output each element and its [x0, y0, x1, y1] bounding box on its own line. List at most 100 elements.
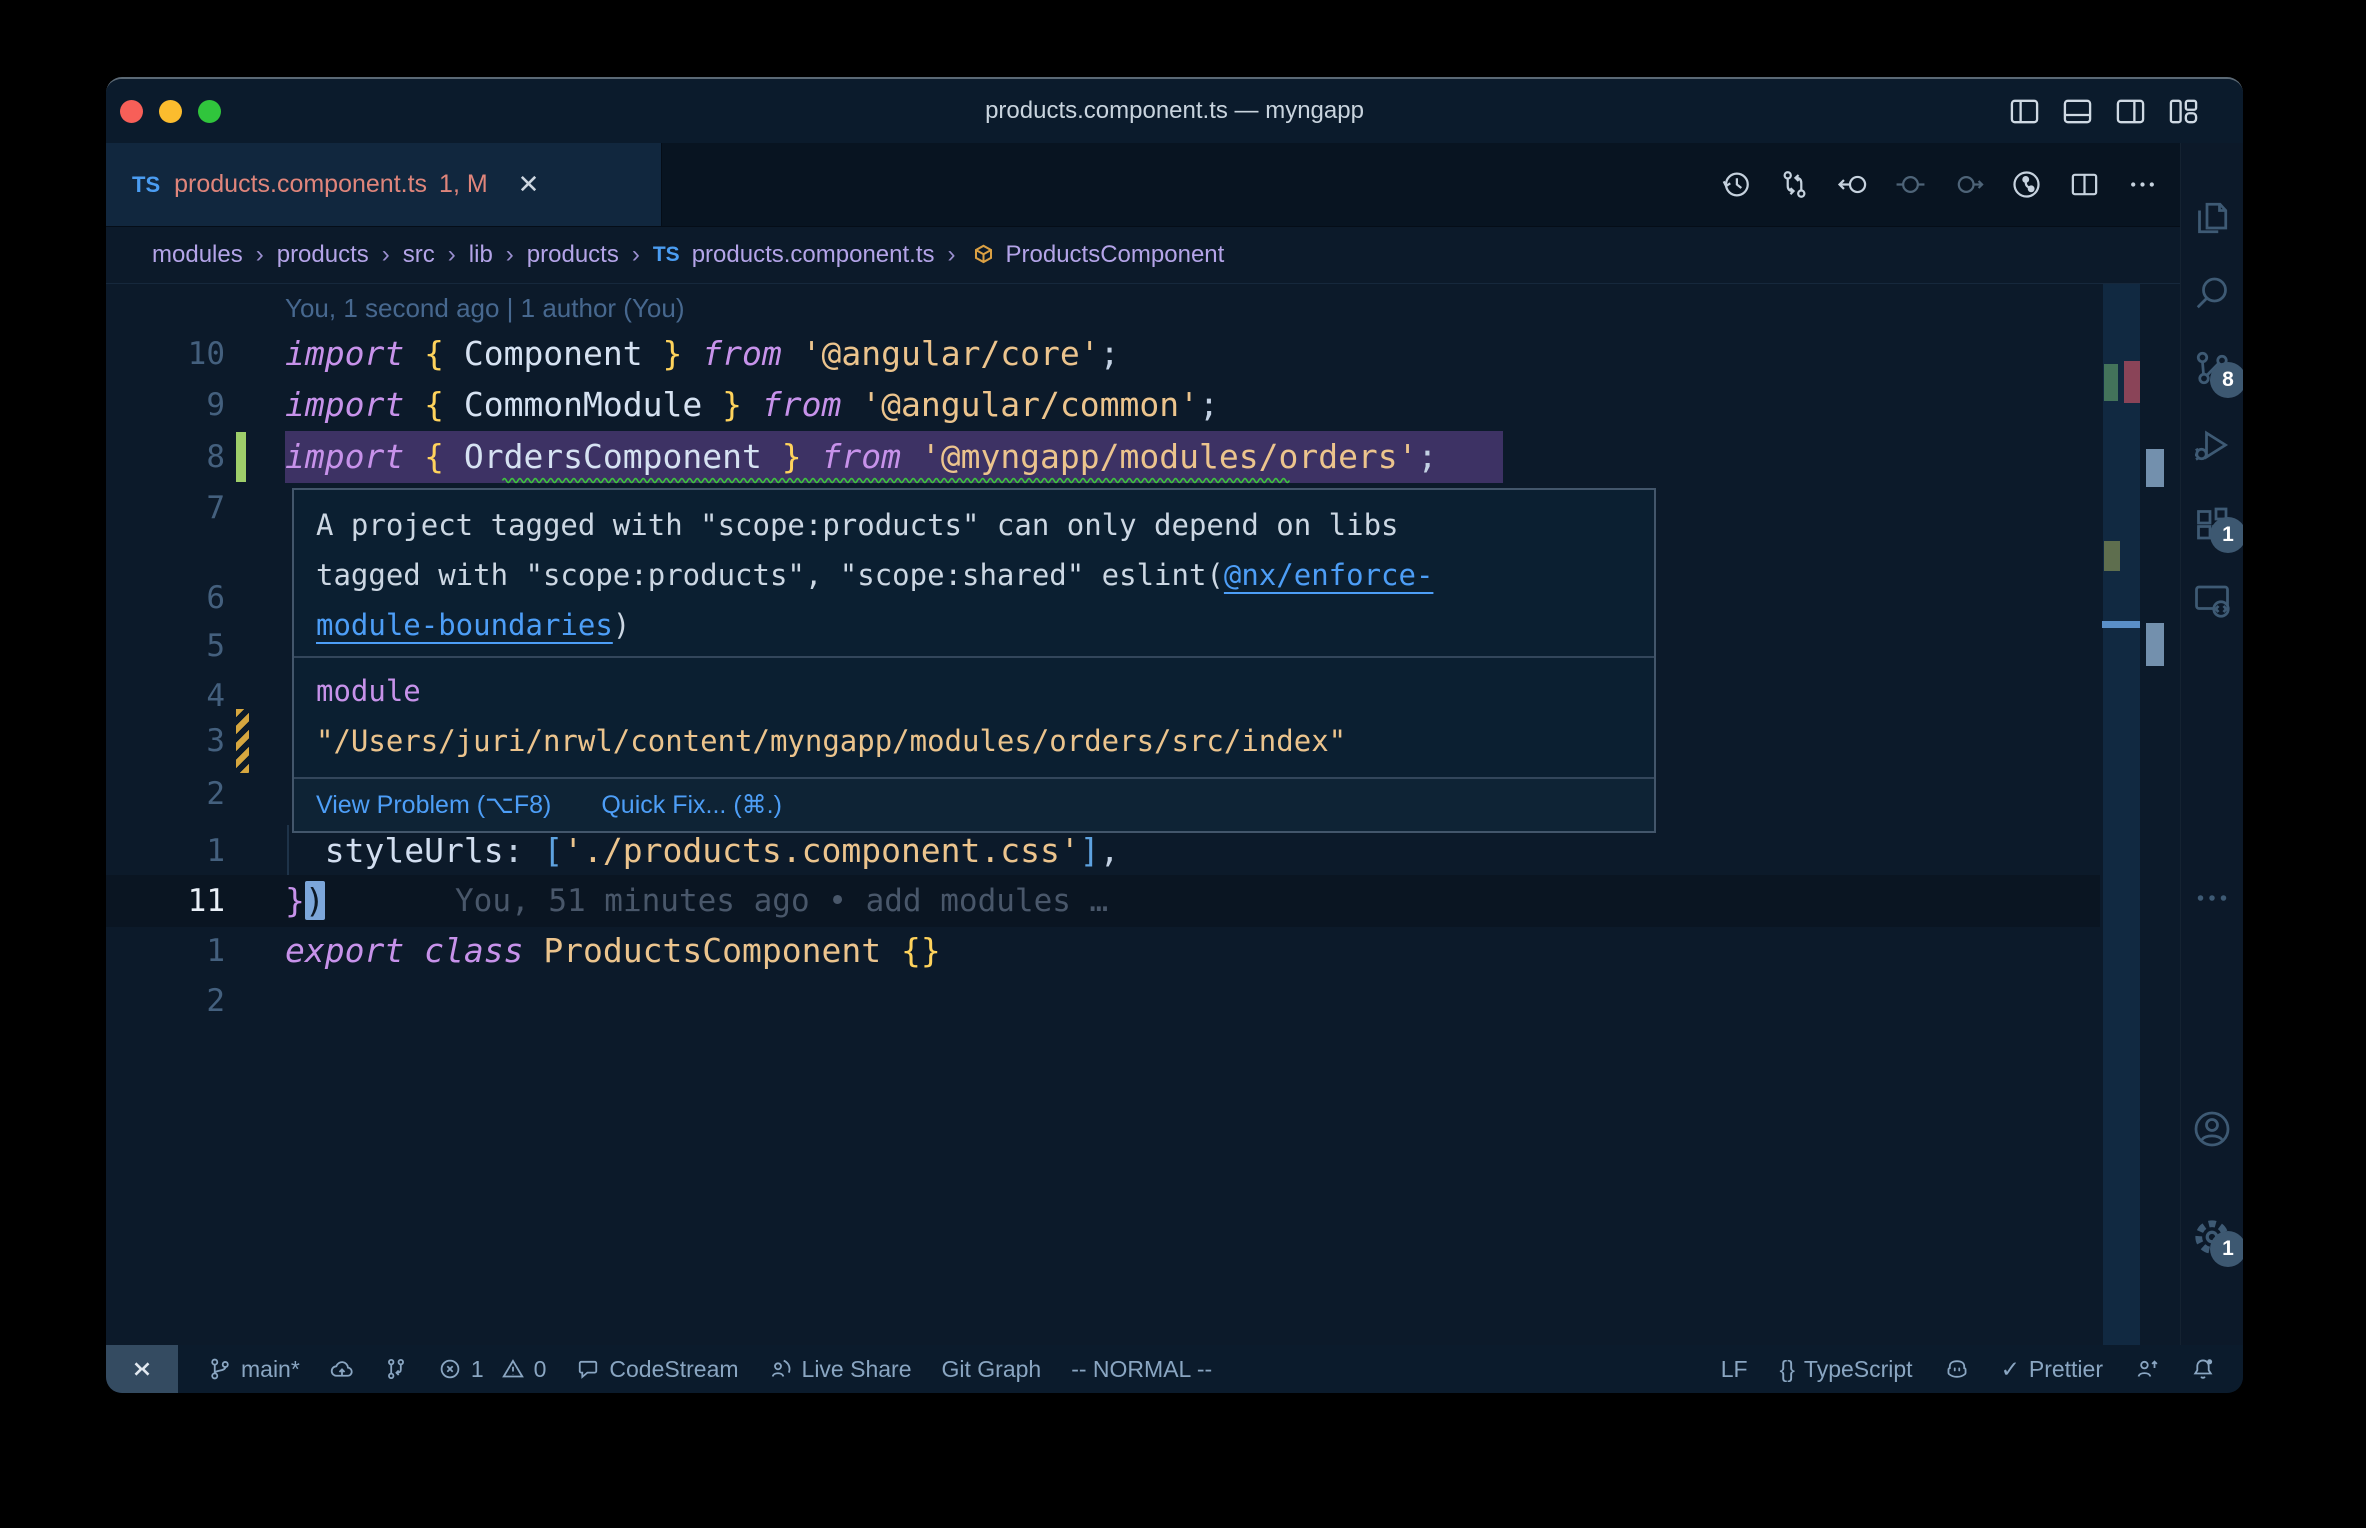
eslint-rule-link-2[interactable]: module-boundaries: [316, 608, 613, 642]
tab-products-component-ts[interactable]: TS products.component.ts 1, M ✕: [106, 143, 662, 226]
eslint-rule-link[interactable]: @nx/enforce-: [1224, 558, 1434, 592]
extensions-icon[interactable]: 1: [2192, 503, 2243, 553]
editor-code-area[interactable]: You, 1 second ago | 1 author (You) 10 impo…: [106, 284, 2180, 1345]
more-actions-icon[interactable]: [2127, 169, 2158, 200]
ruler-mark-modified: [2104, 541, 2120, 571]
hover-module-info: module "/Users/juri/nrwl/content/myngapp…: [294, 658, 1654, 774]
git-branch-icon: [211, 1358, 229, 1380]
chevron-right-icon: ›: [447, 241, 456, 268]
chevron-right-icon: ›: [631, 241, 640, 268]
chevron-right-icon: ›: [947, 241, 956, 268]
account-icon[interactable]: [2192, 1109, 2232, 1149]
close-tab-icon[interactable]: ✕: [518, 169, 540, 200]
inline-blame: You, 51 minutes ago • add modules …: [455, 883, 1109, 919]
tab-problems-modified-badge: 1, M: [439, 170, 488, 198]
timeline-history-icon[interactable]: [1721, 169, 1752, 200]
codestream-status[interactable]: CodeStream: [576, 1356, 739, 1383]
error-icon: [440, 1359, 460, 1379]
open-changes-icon[interactable]: [1779, 169, 1810, 200]
eol-indicator[interactable]: LF: [1721, 1356, 1748, 1383]
tab-bar: TS products.component.ts 1, M ✕: [106, 143, 2180, 227]
code-line[interactable]: 10 import { Component } from '@angular/co…: [106, 328, 2100, 380]
ruler-mark-selection: [2146, 449, 2164, 487]
publish-changes-button[interactable]: [330, 1357, 354, 1381]
hover-status-bar: View Problem (⌥F8) Quick Fix... (⌘.): [294, 777, 1654, 831]
minimize-window-button[interactable]: [159, 99, 182, 123]
tab-filename: products.component.ts: [174, 170, 428, 198]
ruler-mark-error: [2124, 361, 2140, 403]
git-graph-status[interactable]: Git Graph: [942, 1356, 1042, 1383]
view-problem-action[interactable]: View Problem (⌥F8): [316, 790, 551, 820]
breadcrumb-products-2[interactable]: products: [527, 241, 619, 269]
typescript-file-icon: TS: [652, 243, 680, 266]
more-views-icon[interactable]: [2192, 878, 2232, 918]
toggle-primary-sidebar-icon[interactable]: [2009, 96, 2040, 127]
scrollbar-slider[interactable]: [2103, 284, 2140, 1345]
source-control-icon[interactable]: 8: [2192, 348, 2243, 398]
copilot-icon: [1947, 1360, 1967, 1378]
breadcrumb-products[interactable]: products: [277, 241, 369, 269]
commit-graph-icon[interactable]: [2011, 169, 2042, 200]
quick-fix-action[interactable]: Quick Fix... (⌘.): [601, 790, 782, 820]
settings-badge: 1: [2210, 1231, 2243, 1267]
line-number: 1: [206, 833, 225, 869]
close-window-button[interactable]: [120, 99, 143, 123]
blame-annotation-line[interactable]: You, 1 second ago | 1 author (You): [106, 286, 2100, 330]
vscode-window: products.component.ts — myngapp TS produ…: [106, 77, 2243, 1393]
remote-indicator[interactable]: [106, 1345, 178, 1393]
next-change-icon[interactable]: [1953, 169, 1984, 200]
person-feedback-icon: [2137, 1360, 2158, 1377]
breadcrumb-filename[interactable]: products.component.ts: [692, 241, 935, 269]
line-number: 7: [206, 490, 225, 526]
code-line[interactable]: 8 import { OrdersComponent } from '@mynga…: [106, 431, 2100, 484]
run-and-debug-icon[interactable]: [2192, 425, 2232, 465]
customize-layout-icon[interactable]: [2168, 96, 2199, 127]
line-number: 1: [206, 933, 225, 969]
typescript-file-icon: TS: [132, 171, 161, 197]
toggle-secondary-sidebar-icon[interactable]: [2115, 96, 2146, 127]
explorer-icon[interactable]: [2192, 198, 2232, 238]
zoom-window-button[interactable]: [198, 99, 221, 123]
bell-icon: [2193, 1359, 2213, 1379]
gitlens-compare-button[interactable]: [384, 1357, 408, 1381]
live-share-status[interactable]: Live Share: [769, 1356, 912, 1383]
split-editor-icon[interactable]: [2069, 169, 2100, 200]
code-line[interactable]: 1 export class ProductsComponent {}: [106, 925, 2100, 977]
remote-explorer-icon[interactable]: [2192, 580, 2232, 620]
language-mode-indicator[interactable]: {} TypeScript: [1780, 1356, 1913, 1383]
previous-change-icon[interactable]: [1895, 169, 1926, 200]
editor-action-icons: [1721, 143, 2158, 226]
settings-gear-icon[interactable]: 1: [2192, 1217, 2243, 1267]
go-back-icon[interactable]: [1837, 169, 1868, 200]
chevron-right-icon: ›: [255, 241, 264, 268]
overview-ruler[interactable]: [2100, 284, 2180, 1345]
blame-annotation: You, 1 second ago | 1 author (You): [285, 293, 685, 323]
line-number: 2: [206, 983, 225, 1019]
hover-error-message: A project tagged with "scope:products" c…: [294, 490, 1654, 658]
code-line[interactable]: 9 import { CommonModule } from '@angular/…: [106, 379, 2100, 431]
code-line[interactable]: 2: [106, 975, 2100, 1027]
breadcrumb: modules › products › src › lib › product…: [106, 227, 2180, 284]
copilot-status[interactable]: [1945, 1357, 1969, 1381]
warning-icon: [501, 1359, 524, 1378]
vim-mode-indicator[interactable]: -- NORMAL --: [1071, 1356, 1212, 1383]
search-icon[interactable]: [2192, 273, 2232, 313]
live-share-icon: [771, 1359, 790, 1377]
ruler-mark-selection-2: [2146, 623, 2164, 666]
breadcrumb-modules[interactable]: modules: [152, 241, 243, 269]
notifications-button[interactable]: [2191, 1357, 2215, 1381]
check-icon: ✓: [2000, 1355, 2020, 1382]
code-line[interactable]: 11}) You, 51 minutes ago • add modules …: [106, 875, 2100, 927]
prettier-status[interactable]: ✓ Prettier: [2001, 1356, 2103, 1383]
feedback-button[interactable]: [2135, 1357, 2159, 1381]
problems-status[interactable]: 1 0: [438, 1356, 546, 1383]
toggle-panel-icon[interactable]: [2062, 96, 2093, 127]
git-branch-status[interactable]: main*: [208, 1356, 300, 1383]
line-number: 6: [206, 580, 225, 616]
breadcrumb-lib[interactable]: lib: [469, 241, 493, 269]
breadcrumb-symbol[interactable]: ProductsComponent: [1006, 241, 1225, 269]
breadcrumb-src[interactable]: src: [403, 241, 435, 269]
chevron-right-icon: ›: [505, 241, 514, 268]
line-number: 8: [206, 439, 225, 475]
gutter-modified-marker: [236, 709, 249, 773]
